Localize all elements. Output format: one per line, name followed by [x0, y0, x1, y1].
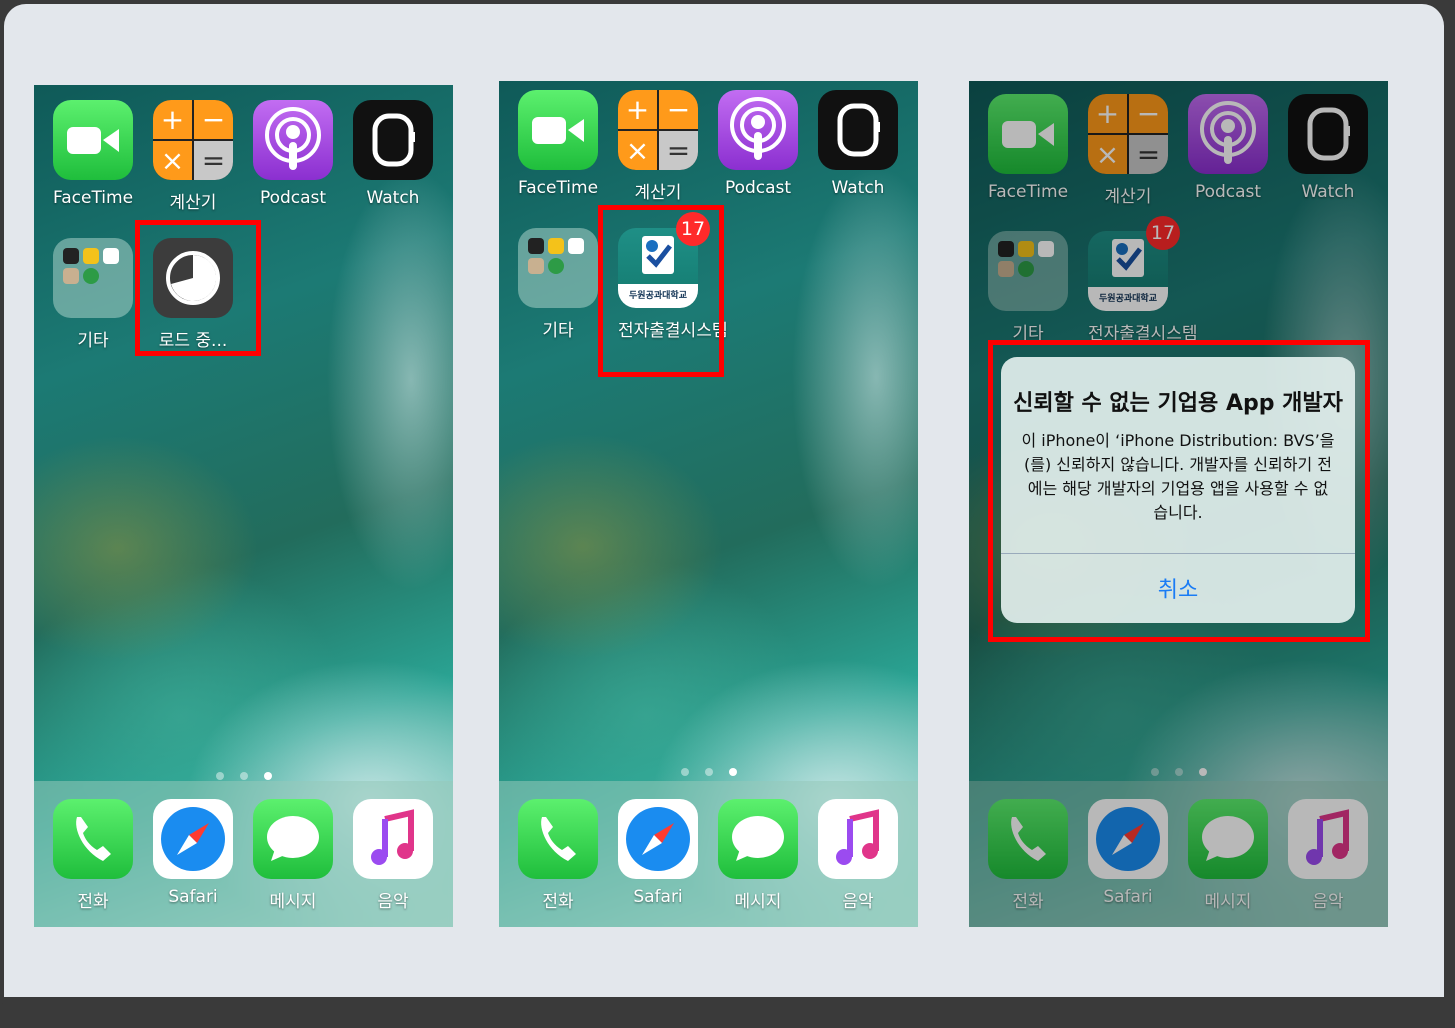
app-label: 전화: [542, 892, 574, 912]
phone-icon: [53, 799, 133, 879]
app-label: Podcast: [724, 178, 792, 198]
music-icon: [818, 799, 898, 879]
app-label: FaceTime: [518, 178, 599, 198]
messages-icon: [253, 799, 333, 879]
phone-screen-3: FaceTime + − × = 계산기 Podcast Watch 기타 두원…: [969, 81, 1388, 927]
app-facetime[interactable]: FaceTime: [518, 90, 598, 198]
app-podcast[interactable]: Podcast: [253, 100, 333, 208]
app-label: Watch: [366, 188, 420, 208]
dock-music[interactable]: 음악: [353, 799, 433, 912]
app-calculator[interactable]: + − × = 계산기: [153, 100, 233, 213]
app-label: Safari: [168, 887, 218, 907]
highlight-box: [988, 340, 1370, 642]
app-calculator[interactable]: + − × = 계산기: [618, 90, 698, 203]
bottom-bar: [0, 997, 1455, 1028]
app-label: 음악: [842, 892, 874, 912]
dock-safari[interactable]: Safari: [618, 799, 698, 907]
highlight-box: [598, 205, 724, 377]
folder-other[interactable]: 기타: [518, 228, 598, 341]
dock: 전화 Safari 메시지 음악: [499, 781, 918, 927]
dock-messages[interactable]: 메시지: [253, 799, 333, 912]
dock-phone[interactable]: 전화: [518, 799, 598, 912]
page-indicator: [499, 761, 918, 780]
app-label: 메시지: [734, 892, 782, 912]
folder-other[interactable]: 기타: [53, 238, 133, 351]
calculator-icon: + − × =: [618, 90, 698, 170]
podcast-icon: [253, 100, 333, 180]
dock-music[interactable]: 음악: [818, 799, 898, 912]
safari-icon: [153, 799, 233, 879]
app-facetime[interactable]: FaceTime: [53, 100, 133, 208]
calculator-icon: + − × =: [153, 100, 233, 180]
facetime-icon: [53, 100, 133, 180]
app-label: 메시지: [269, 892, 317, 912]
app-label: Podcast: [259, 188, 327, 208]
music-icon: [353, 799, 433, 879]
phone-screen-2: FaceTime + − × = 계산기 Podcast Watch 기타 두원…: [499, 81, 918, 927]
app-label: FaceTime: [53, 188, 134, 208]
messages-icon: [718, 799, 798, 879]
app-label: 계산기: [634, 183, 682, 203]
dock: 전화 Safari 메시지 음악: [34, 781, 453, 927]
app-watch[interactable]: Watch: [353, 100, 433, 208]
phone-icon: [518, 799, 598, 879]
folder-icon: [53, 238, 133, 318]
dock-messages[interactable]: 메시지: [718, 799, 798, 912]
folder-icon: [518, 228, 598, 308]
dock-phone[interactable]: 전화: [53, 799, 133, 912]
frame-bottom: [4, 960, 1444, 997]
app-label: 계산기: [169, 193, 217, 213]
app-label: 전화: [77, 892, 109, 912]
highlight-box: [135, 220, 261, 356]
app-label: 음악: [377, 892, 409, 912]
app-label: 기타: [77, 331, 109, 351]
app-label: Watch: [831, 178, 885, 198]
app-watch[interactable]: Watch: [818, 90, 898, 198]
facetime-icon: [518, 90, 598, 170]
podcast-icon: [718, 90, 798, 170]
watch-icon: [818, 90, 898, 170]
app-label: 기타: [542, 321, 574, 341]
dock-safari[interactable]: Safari: [153, 799, 233, 907]
watch-icon: [353, 100, 433, 180]
safari-icon: [618, 799, 698, 879]
app-podcast[interactable]: Podcast: [718, 90, 798, 198]
phone-screen-1: FaceTime + − × = 계산기 Podcast Watch 기타 로드…: [34, 85, 453, 927]
app-label: Safari: [633, 887, 683, 907]
